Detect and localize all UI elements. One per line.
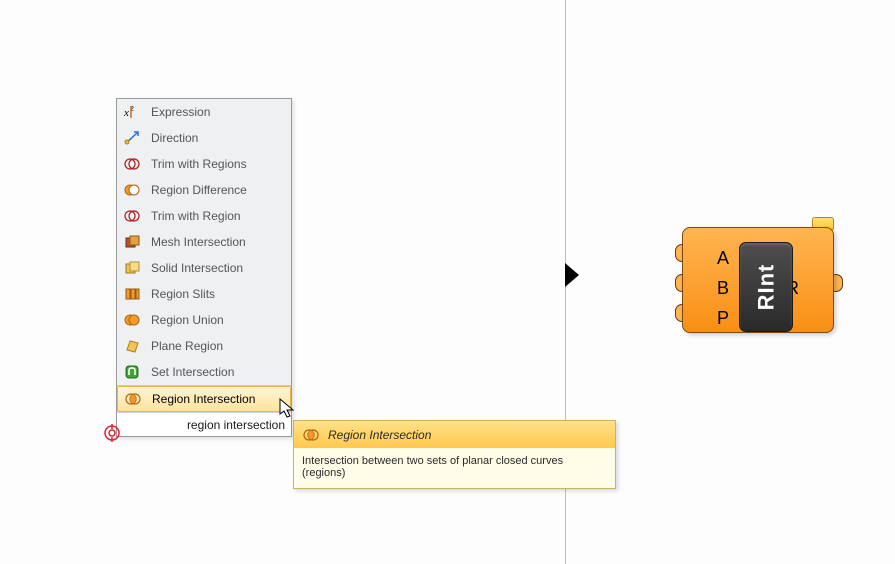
menu-item-label: Expression [151, 105, 210, 119]
menu-item-region-difference[interactable]: Region Difference [117, 177, 291, 203]
node-region-intersection[interactable]: A B P R RInt [668, 219, 850, 335]
region-difference-icon [123, 181, 141, 199]
svg-text:x: x [124, 107, 129, 119]
tooltip-title: Region Intersection [328, 428, 431, 442]
menu-item-trim-regions[interactable]: Trim with Regions [117, 151, 291, 177]
tooltip: Region Intersection Intersection between… [293, 420, 616, 489]
expression-icon: x2 [123, 103, 141, 121]
node-core-label: RInt [753, 264, 779, 311]
tooltip-header: Region Intersection [294, 421, 615, 448]
region-intersection-icon [302, 426, 320, 444]
region-union-icon [123, 311, 141, 329]
menu-item-set-intersection[interactable]: Set Intersection [117, 359, 291, 385]
menu-item-label: Direction [151, 131, 198, 145]
node-input-label-a: A [717, 248, 729, 269]
menu-item-label: Region Union [151, 313, 224, 327]
menu-item-mesh-intersection[interactable]: Mesh Intersection [117, 229, 291, 255]
solid-intersection-icon [123, 259, 141, 277]
menu-item-trim-region[interactable]: Trim with Region [117, 203, 291, 229]
region-slits-icon [123, 285, 141, 303]
menu-item-region-union[interactable]: Region Union [117, 307, 291, 333]
menu-item-label: Trim with Region [151, 209, 241, 223]
menu-item-region-intersection[interactable]: Region Intersection [117, 386, 291, 412]
menu-item-solid-intersection[interactable]: Solid Intersection [117, 255, 291, 281]
menu-item-expression[interactable]: x2 Expression [117, 99, 291, 125]
trim-regions-icon [123, 155, 141, 173]
direction-icon [123, 129, 141, 147]
menu-item-label: Mesh Intersection [151, 235, 246, 249]
node-input-label-b: B [717, 278, 729, 299]
tooltip-body: Intersection between two sets of planar … [294, 448, 615, 488]
node-input-label-p: P [717, 308, 729, 329]
node-body: A B P R RInt [682, 227, 834, 333]
mesh-intersection-icon [123, 233, 141, 251]
region-intersection-icon [124, 390, 142, 408]
menu-item-region-slits[interactable]: Region Slits [117, 281, 291, 307]
canvas-arrow-icon [565, 263, 579, 287]
menu-item-label: Solid Intersection [151, 261, 243, 275]
menu-item-label: Plane Region [151, 339, 223, 353]
menu-search-row [117, 412, 291, 436]
menu-item-plane-region[interactable]: Plane Region [117, 333, 291, 359]
set-intersection-icon [123, 363, 141, 381]
menu-item-label: Set Intersection [151, 365, 234, 379]
menu-item-label: Region Slits [151, 287, 215, 301]
menu-item-direction[interactable]: Direction [117, 125, 291, 151]
plane-region-icon [123, 337, 141, 355]
trim-region-icon [123, 207, 141, 225]
menu-item-label: Region Intersection [152, 392, 255, 406]
node-core: RInt [739, 242, 793, 332]
context-menu: x2 Expression Direction Trim with Region… [116, 98, 292, 437]
menu-item-label: Region Difference [151, 183, 247, 197]
menu-item-label: Trim with Regions [151, 157, 247, 171]
menu-search-input[interactable] [123, 418, 285, 432]
